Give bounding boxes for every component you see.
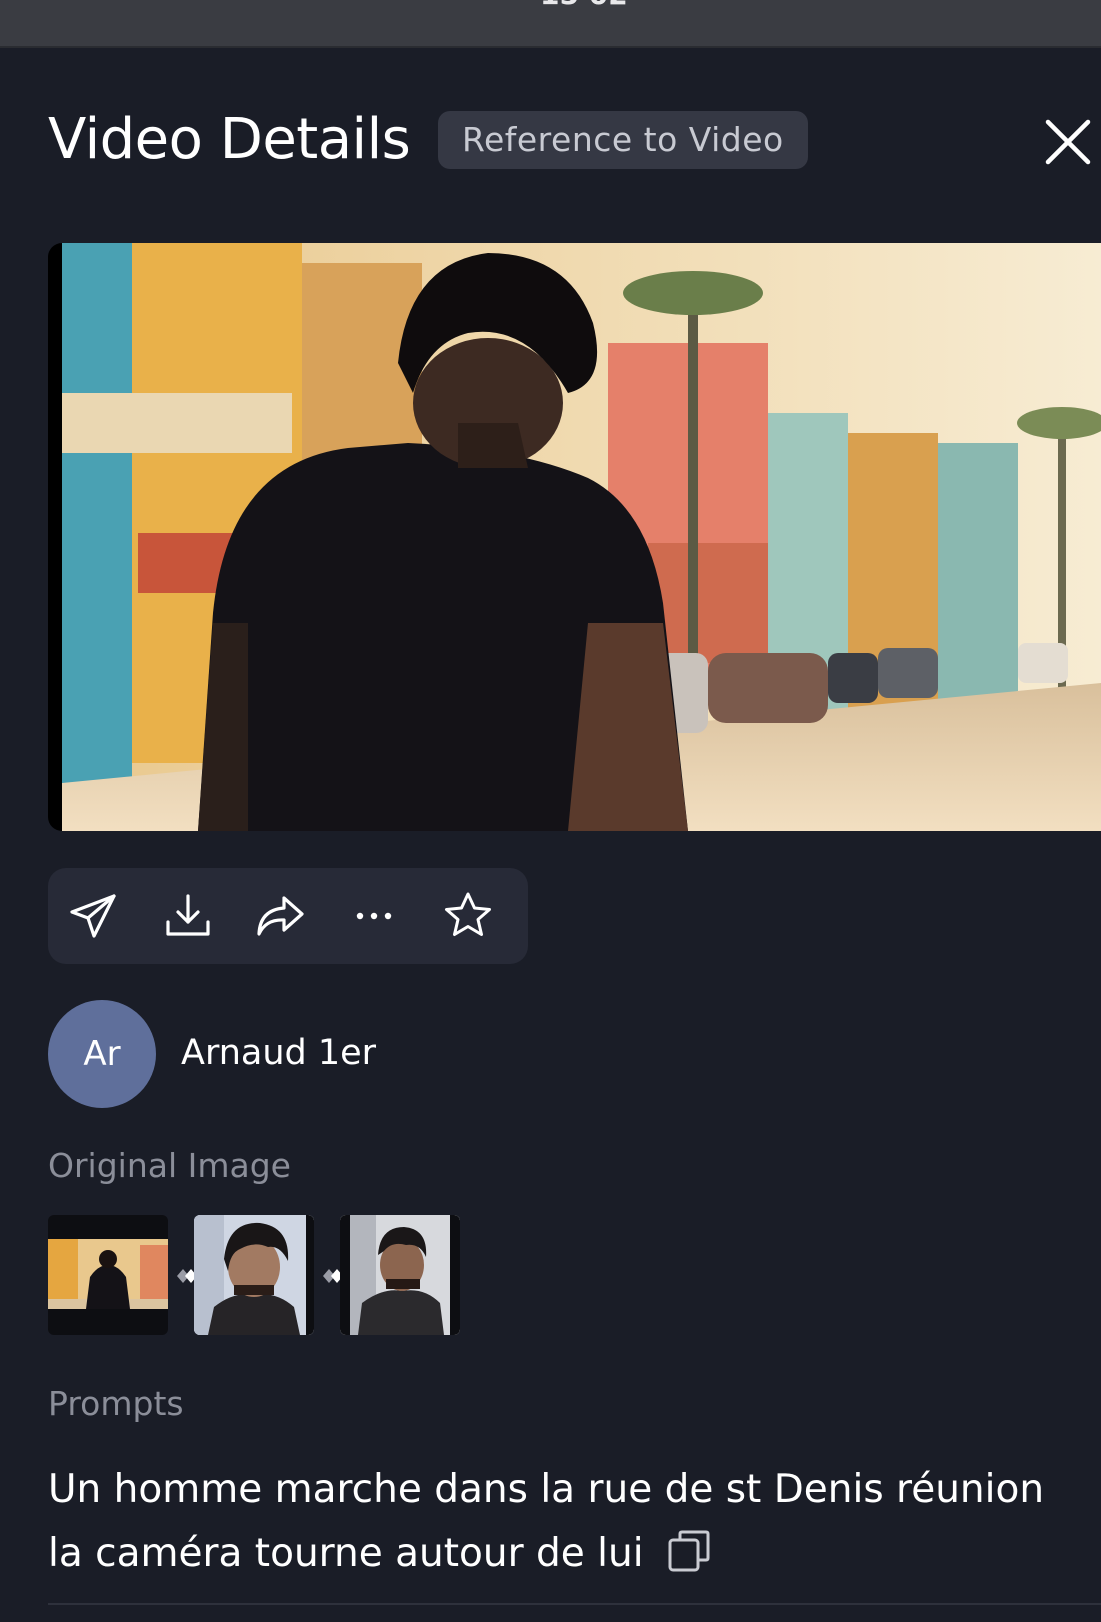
author-name[interactable]: Arnaud 1er [181, 1030, 376, 1076]
prompt-text: Un homme marche dans la rue de st Denis … [48, 1458, 1088, 1586]
mode-badge: Reference to Video [438, 111, 808, 169]
original-image-strip [48, 1215, 468, 1337]
video-player[interactable] [48, 243, 1101, 831]
download-icon[interactable] [162, 890, 214, 942]
status-time: 15 02 [540, 0, 628, 11]
more-icon[interactable] [348, 890, 400, 942]
video-details-panel: Video Details Reference to Video Ar Arna… [0, 48, 1101, 1622]
star-icon[interactable] [442, 890, 494, 942]
original-image-label: Original Image [48, 1146, 291, 1185]
original-image-thumb[interactable] [48, 1215, 168, 1335]
share-icon[interactable] [254, 890, 306, 942]
video-frame-image [62, 243, 1101, 831]
action-toolbar [48, 868, 528, 964]
copy-icon[interactable] [666, 1528, 712, 1574]
prompt-body: Un homme marche dans la rue de st Denis … [48, 1467, 1045, 1576]
original-image-thumb[interactable] [194, 1215, 314, 1335]
page-title: Video Details [48, 107, 411, 172]
avatar[interactable]: Ar [48, 1000, 156, 1108]
status-bar: 15 02 [0, 0, 1101, 48]
prompts-label: Prompts [48, 1384, 184, 1423]
close-icon[interactable] [1040, 114, 1096, 170]
divider [48, 1603, 1101, 1605]
send-icon[interactable] [68, 890, 120, 942]
original-image-thumb[interactable] [340, 1215, 460, 1335]
